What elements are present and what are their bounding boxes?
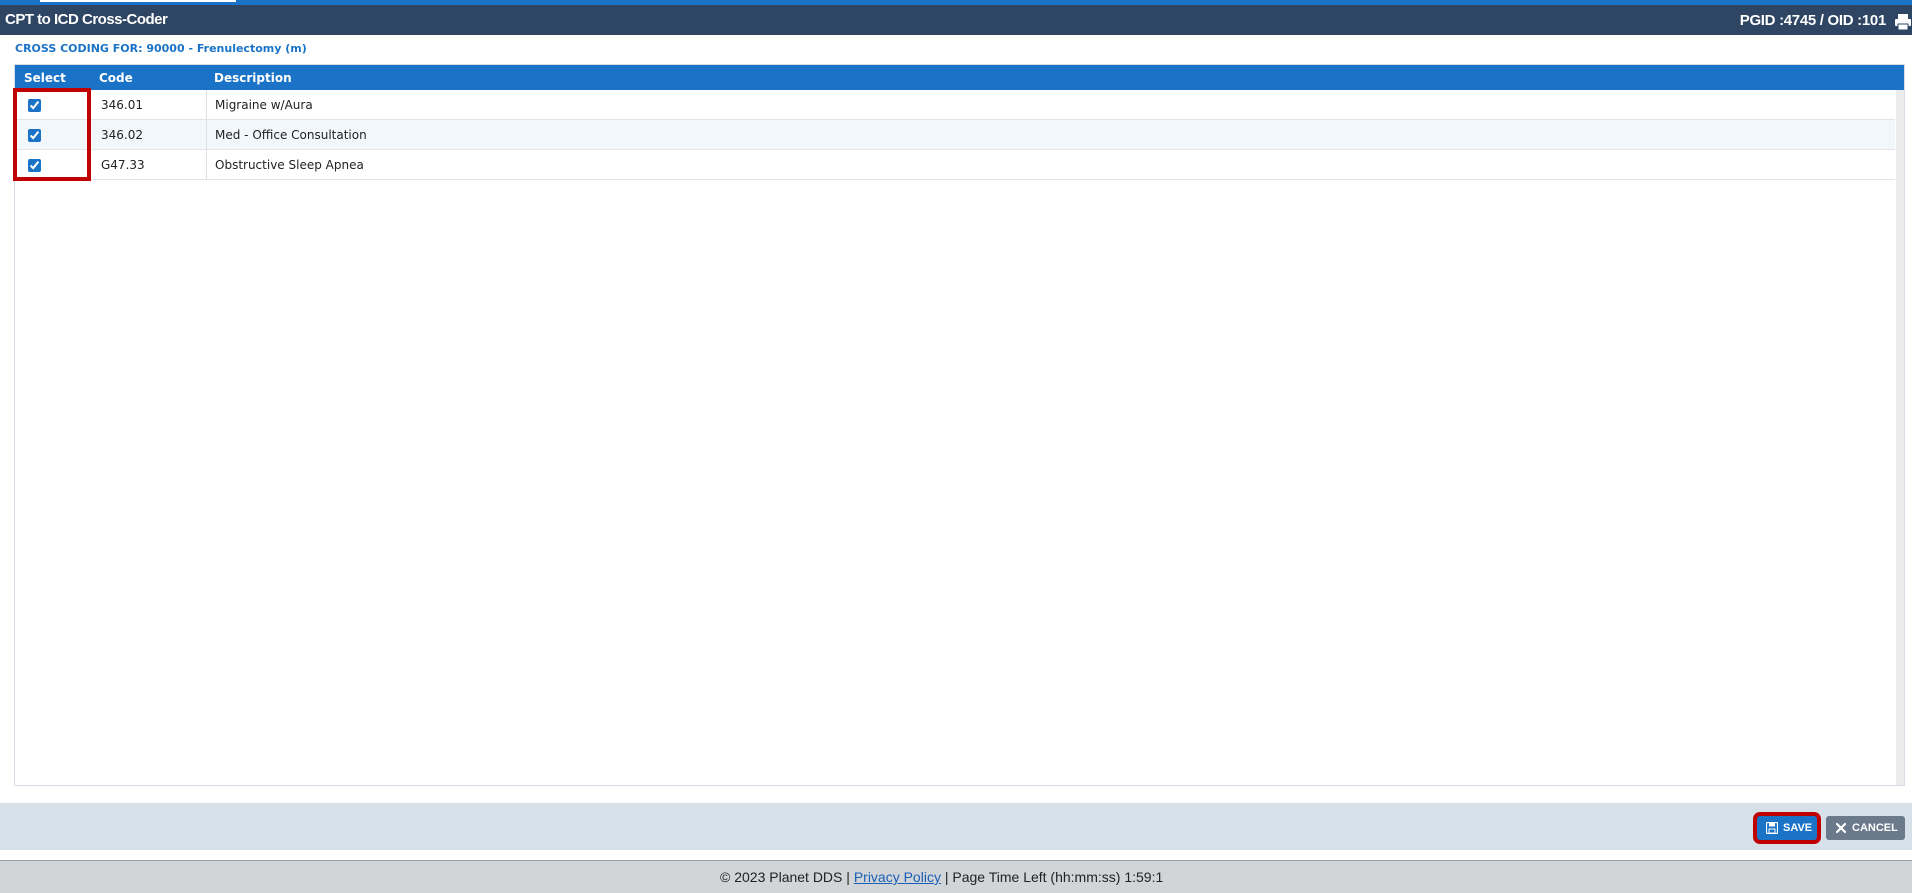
page-time-left: Page Time Left (hh:mm:ss) 1:59:1 <box>952 869 1164 885</box>
table-row[interactable]: 346.02 Med - Office Consultation <box>15 120 1895 150</box>
action-bar: SAVE CANCEL <box>0 803 1912 850</box>
cancel-button-label: CANCEL <box>1852 822 1898 834</box>
printer-icon[interactable] <box>1894 13 1912 31</box>
table-row[interactable]: G47.33 Obstructive Sleep Apnea <box>15 150 1895 180</box>
select-column-highlight <box>13 88 91 181</box>
status-separator: | <box>944 869 949 885</box>
row-description: Obstructive Sleep Apnea <box>215 158 364 172</box>
save-button-label: SAVE <box>1783 822 1813 834</box>
cancel-button[interactable]: CANCEL <box>1826 816 1905 840</box>
grid-header: Select Code Description <box>15 65 1904 90</box>
column-divider <box>206 90 207 120</box>
row-code: G47.33 <box>101 158 145 172</box>
row-description: Migraine w/Aura <box>215 98 313 112</box>
column-header-code[interactable]: Code <box>99 71 133 85</box>
row-description: Med - Office Consultation <box>215 128 367 142</box>
row-code: 346.02 <box>101 128 143 142</box>
column-divider <box>206 150 207 180</box>
column-header-select[interactable]: Select <box>24 71 66 85</box>
pgid-oid-label: PGID :4745 / OID :101 <box>1739 12 1887 29</box>
column-header-description[interactable]: Description <box>214 71 292 85</box>
title-bar: CPT to ICD Cross-Coder PGID :4745 / OID … <box>0 5 1912 35</box>
window-title: CPT to ICD Cross-Coder <box>5 11 168 28</box>
copyright-text: © 2023 Planet DDS | <box>720 869 850 885</box>
grid-scrollbar[interactable] <box>1896 90 1904 785</box>
cross-coding-heading: CROSS CODING FOR: 90000 - Frenulectomy (… <box>15 42 307 55</box>
status-bar: © 2023 Planet DDS | Privacy Policy | Pag… <box>0 860 1912 893</box>
close-icon <box>1835 822 1847 834</box>
save-button[interactable]: SAVE <box>1757 816 1817 840</box>
cross-code-grid: Select Code Description 346.01 Migraine … <box>14 64 1905 786</box>
column-divider <box>206 120 207 150</box>
row-code: 346.01 <box>101 98 143 112</box>
floppy-disk-icon <box>1766 822 1778 834</box>
table-row[interactable]: 346.01 Migraine w/Aura <box>15 90 1895 120</box>
privacy-policy-link[interactable]: Privacy Policy <box>854 869 941 885</box>
active-tab-indicator <box>40 0 236 2</box>
